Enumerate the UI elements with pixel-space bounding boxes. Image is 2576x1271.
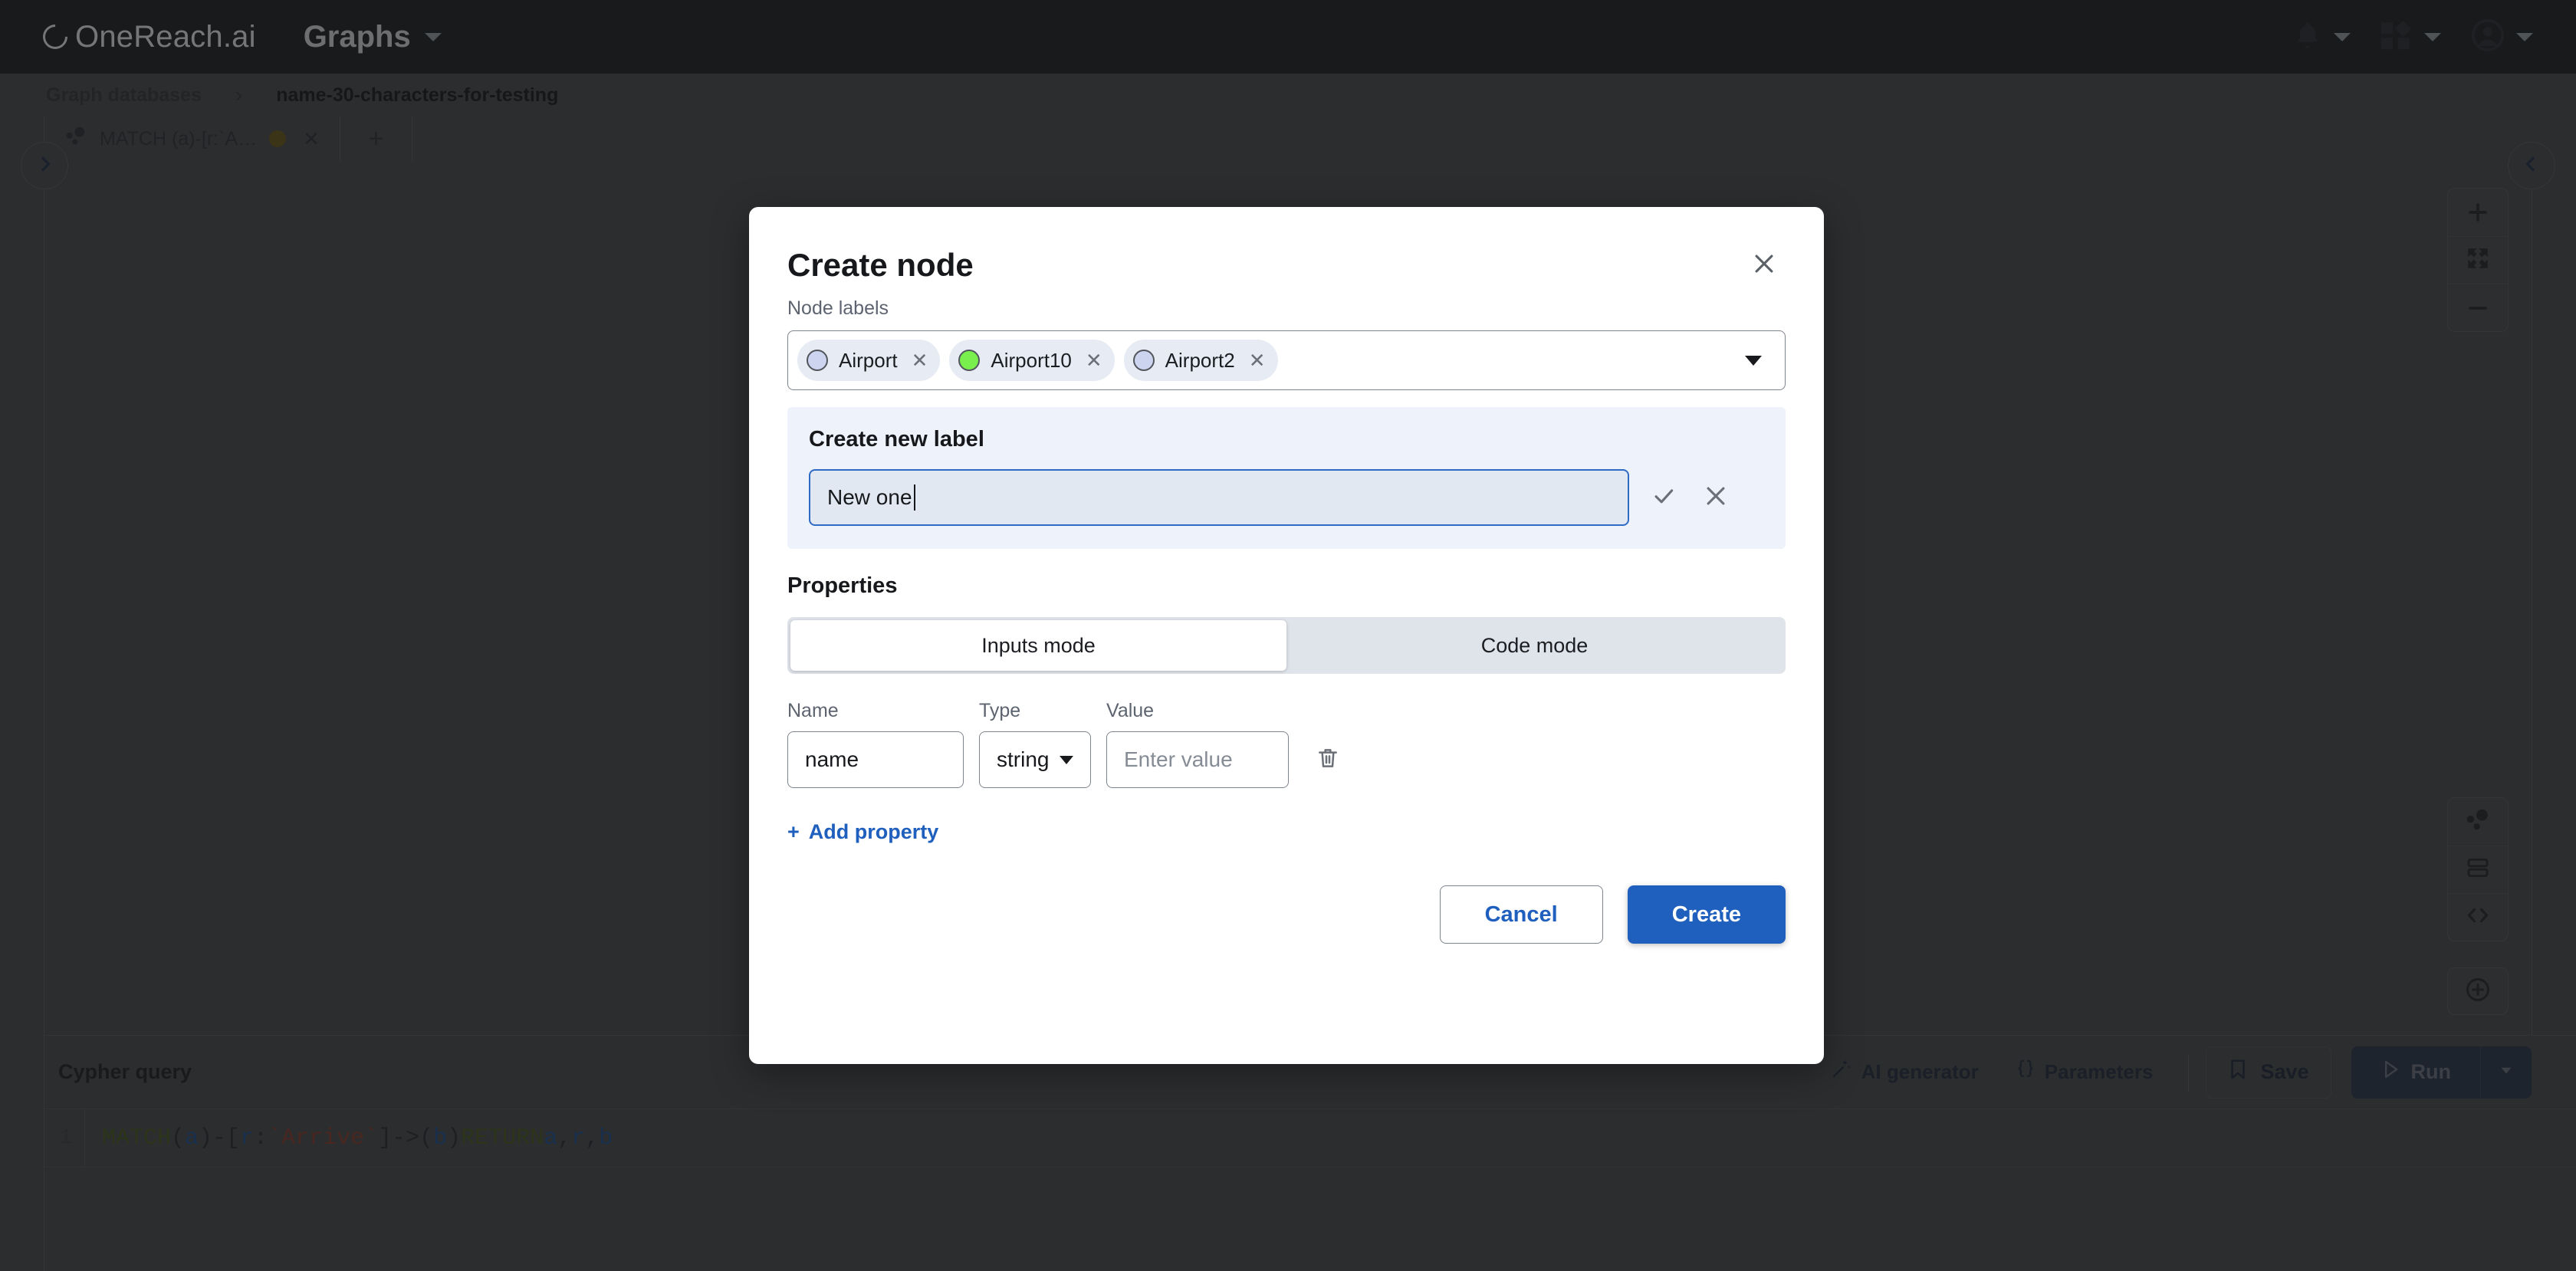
create-node-dialog: Create node Node labels Airport ✕ Airpor… (749, 207, 1824, 1064)
label-chip[interactable]: Airport2 ✕ (1123, 340, 1278, 381)
chevron-down-icon (1060, 755, 1073, 764)
property-value-placeholder: Enter value (1124, 747, 1233, 771)
properties-heading: Properties (787, 573, 898, 598)
add-property-button[interactable]: + Add property (787, 820, 1786, 844)
tab-inputs-mode[interactable]: Inputs mode (790, 620, 1286, 671)
label-color-swatch (958, 350, 981, 371)
label-color-swatch (807, 350, 828, 371)
create-button[interactable]: Create (1627, 885, 1786, 944)
close-icon (1751, 251, 1777, 281)
app-root: OneReach.ai Graphs (0, 0, 2576, 1271)
delete-property-button[interactable] (1310, 742, 1346, 777)
remove-label-icon[interactable]: ✕ (1086, 349, 1102, 373)
check-icon (1651, 483, 1677, 513)
create-new-label-heading: Create new label (809, 427, 984, 452)
node-labels-label: Node labels (787, 297, 889, 319)
cancel-new-label-button[interactable] (1698, 480, 1733, 515)
label-chip-name: Airport (839, 348, 898, 372)
new-label-value: New one (827, 485, 912, 509)
dialog-title: Create node (787, 247, 974, 283)
trash-icon (1316, 746, 1340, 774)
property-name-value: name (805, 747, 859, 771)
create-new-label-row: New one (809, 469, 1764, 526)
cancel-button[interactable]: Cancel (1439, 885, 1603, 944)
text-cursor (913, 484, 915, 511)
property-type-select[interactable]: string (979, 731, 1091, 788)
properties-column-headers: Name Type Value (787, 700, 1786, 722)
column-header-name: Name (787, 700, 839, 721)
property-name-input[interactable]: name (787, 731, 964, 788)
create-new-label-panel: Create new label New one (787, 407, 1786, 549)
remove-label-icon[interactable]: ✕ (912, 349, 928, 373)
label-chip-name: Airport10 (991, 348, 1072, 372)
tab-code-mode[interactable]: Code mode (1286, 620, 1783, 671)
dialog-header: Create node (787, 207, 1786, 297)
properties-mode-toggle: Inputs mode Code mode (787, 617, 1786, 674)
dialog-close-button[interactable] (1743, 244, 1786, 287)
chevron-down-icon[interactable] (1745, 355, 1762, 366)
node-labels-select[interactable]: Airport ✕ Airport10 ✕ Airport2 ✕ (787, 330, 1786, 390)
dialog-footer: Cancel Create (787, 885, 1786, 944)
remove-label-icon[interactable]: ✕ (1249, 349, 1266, 373)
label-chip[interactable]: Airport10 ✕ (949, 340, 1115, 381)
column-header-value: Value (1106, 700, 1155, 721)
plus-icon: + (787, 820, 800, 843)
property-type-value: string (997, 747, 1050, 771)
add-property-label: Add property (808, 820, 939, 843)
close-icon (1703, 483, 1729, 513)
column-header-type: Type (979, 700, 1021, 721)
label-chip[interactable]: Airport ✕ (797, 340, 941, 381)
property-row: name string Enter value (787, 731, 1786, 788)
confirm-new-label-button[interactable] (1646, 480, 1681, 515)
new-label-input[interactable]: New one (809, 469, 1629, 526)
label-chip-name: Airport2 (1165, 348, 1235, 372)
property-value-input[interactable]: Enter value (1106, 731, 1289, 788)
label-color-swatch (1132, 350, 1155, 371)
